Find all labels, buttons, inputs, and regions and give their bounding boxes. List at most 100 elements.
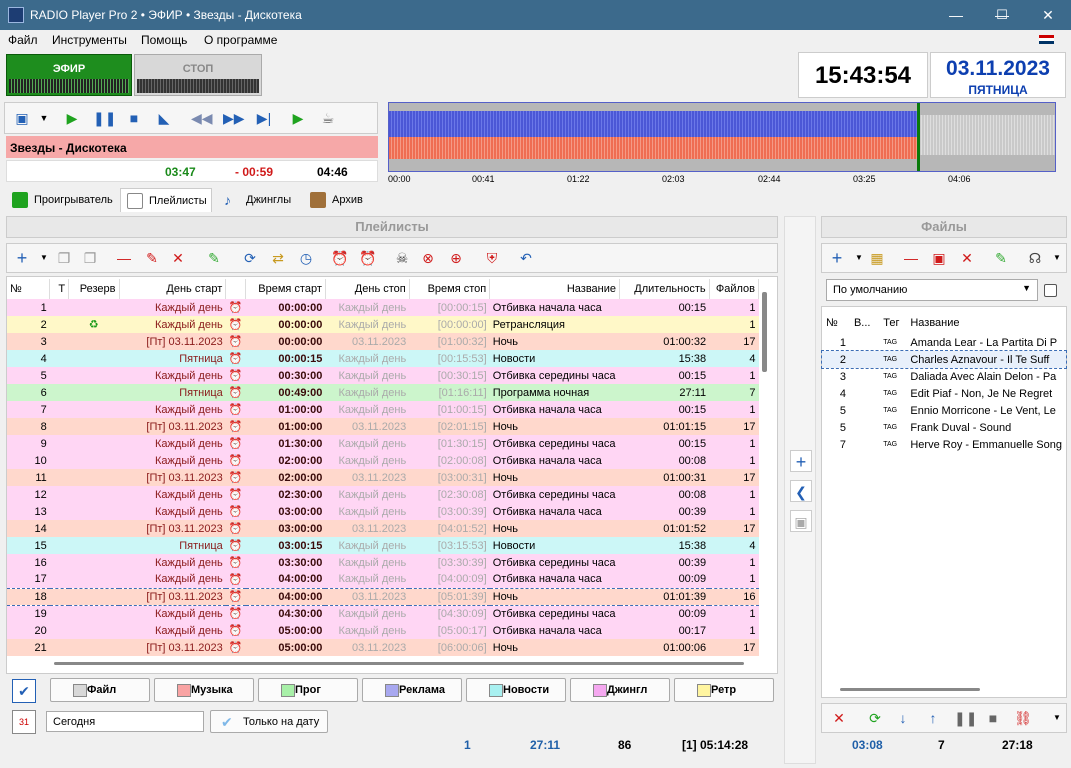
- col-title[interactable]: Название: [906, 312, 1066, 334]
- col-type[interactable]: Т: [49, 279, 70, 299]
- add-icon[interactable]: +: [13, 249, 31, 267]
- date-select[interactable]: Сегодня: [46, 711, 204, 732]
- stop-icon[interactable]: ■: [125, 109, 143, 127]
- add-to-playlist-icon[interactable]: +: [790, 450, 812, 472]
- filter-6[interactable]: Ретр: [674, 678, 774, 702]
- link-icon[interactable]: ⛓: [1014, 709, 1032, 727]
- col-day-stop[interactable]: День стоп: [325, 279, 410, 299]
- add-folder-icon[interactable]: ▦: [868, 249, 886, 267]
- table-row[interactable]: 4 Пятница ⏰ 00:00:15 Каждый день [00:15:53] Но…: [7, 350, 759, 367]
- col-time-start[interactable]: Время старт: [245, 279, 326, 299]
- filter-4[interactable]: Новости: [466, 678, 566, 702]
- col-tag[interactable]: Тег: [879, 312, 906, 334]
- table-row[interactable]: 2 ♻ Каждый день ⏰ 00:00:00 Каждый день [00:00:…: [7, 316, 759, 333]
- clock-icon[interactable]: ◷: [297, 249, 315, 267]
- horizontal-scrollbar[interactable]: [54, 662, 744, 665]
- play-icon[interactable]: ▶: [63, 109, 81, 127]
- table-row[interactable]: 1 Каждый день ⏰ 00:00:00 Каждый день [00:00:1…: [7, 299, 759, 316]
- language-flag-icon[interactable]: [1039, 35, 1054, 44]
- only-date-toggle[interactable]: ✔ Только на дату: [210, 710, 328, 733]
- headphones-icon[interactable]: ☊: [1026, 249, 1044, 267]
- eject-icon[interactable]: ◣: [155, 109, 173, 127]
- col-files[interactable]: Файлов: [709, 279, 760, 299]
- vertical-scrollbar[interactable]: [762, 292, 767, 372]
- table-row[interactable]: 18 [Пт] 03.11.2023 ⏰ 04:00:00 03.11.2023 [05:…: [7, 587, 759, 606]
- dropdown-icon[interactable]: ▼: [35, 249, 53, 267]
- col-num[interactable]: №: [822, 312, 850, 334]
- table-row[interactable]: 13 Каждый день ⏰ 03:00:00 Каждый день [03:00:…: [7, 503, 759, 520]
- refresh-icon[interactable]: ⟳: [241, 249, 259, 267]
- waveform[interactable]: [388, 102, 1056, 172]
- menu-tools[interactable]: Инструменты: [52, 33, 127, 47]
- filter-1[interactable]: Музыка: [154, 678, 254, 702]
- tab-playlists[interactable]: Плейлисты: [120, 188, 212, 212]
- delete-file-icon[interactable]: ✕: [958, 249, 976, 267]
- move-left-icon[interactable]: ❮: [790, 480, 812, 502]
- edit-file-icon[interactable]: ✎: [992, 249, 1010, 267]
- rewind-icon[interactable]: ◀◀: [191, 109, 213, 127]
- remove-icon[interactable]: —: [115, 249, 133, 267]
- copy-icon[interactable]: ❐: [55, 249, 73, 267]
- list-item[interactable]: 1 TAG Amanda Lear - La Partita Di P: [822, 334, 1066, 351]
- alarm-on-icon[interactable]: ⏰: [331, 249, 349, 267]
- col-duration[interactable]: Длительность: [619, 279, 710, 299]
- add-file-icon[interactable]: +: [828, 249, 846, 267]
- save-icon[interactable]: ▣: [790, 510, 812, 532]
- minimize-button[interactable]: —: [933, 0, 979, 30]
- table-row[interactable]: 3 [Пт] 03.11.2023 ⏰ 00:00:00 03.11.2023 [01:0…: [7, 333, 759, 350]
- col-reserve[interactable]: Резерв: [68, 279, 120, 299]
- list-item[interactable]: 7 TAG Herve Roy - Emmanuelle Song: [822, 436, 1066, 453]
- tab-player[interactable]: Проигрыватель: [6, 188, 117, 212]
- save-list-icon[interactable]: ▣: [930, 249, 948, 267]
- maximize-button[interactable]: ☐: [979, 0, 1025, 30]
- next-icon[interactable]: ▶|: [255, 109, 273, 127]
- table-row[interactable]: 21 [Пт] 03.11.2023 ⏰ 05:00:00 03.11.2023 [06:…: [7, 639, 759, 656]
- filter-2[interactable]: Прог: [258, 678, 358, 702]
- table-row[interactable]: 16 Каждый день ⏰ 03:30:00 Каждый день [03:30:…: [7, 554, 759, 571]
- list-item[interactable]: 5 TAG Ennio Morricone - Le Vent, Le: [822, 402, 1066, 419]
- menu-file[interactable]: Файл: [8, 33, 38, 47]
- table-row[interactable]: 8 [Пт] 03.11.2023 ⏰ 01:00:00 03.11.2023 [02:0…: [7, 418, 759, 435]
- col-num[interactable]: №: [7, 279, 51, 299]
- forward-icon[interactable]: ▶▶: [223, 109, 245, 127]
- table-row[interactable]: 5 Каждый день ⏰ 00:30:00 Каждый день [00:30:1…: [7, 367, 759, 384]
- list-item[interactable]: 3 TAG Daliada Avec Alain Delon - Pa: [822, 368, 1066, 385]
- files-hscrollbar[interactable]: [840, 688, 980, 691]
- remove-file-icon[interactable]: —: [902, 249, 920, 267]
- col-time-stop[interactable]: Время стоп: [409, 279, 491, 299]
- dropdown-icon[interactable]: ▼: [35, 109, 53, 127]
- stop-icon[interactable]: ■: [984, 709, 1002, 727]
- col-day-start[interactable]: День старт: [119, 279, 227, 299]
- alarm-off-icon[interactable]: ⏰: [359, 249, 377, 267]
- dropdown-icon[interactable]: ▼: [1048, 709, 1066, 727]
- dropdown-icon[interactable]: ▼: [850, 249, 868, 267]
- preset-select[interactable]: По умолчанию ▼: [826, 279, 1038, 301]
- tab-archive[interactable]: Архив: [304, 188, 367, 212]
- preset-checkbox[interactable]: [1044, 284, 1057, 297]
- paste-icon[interactable]: ❐: [81, 249, 99, 267]
- table-row[interactable]: 17 Каждый день ⏰ 04:00:00 Каждый день [04:00:…: [7, 571, 759, 588]
- col-name[interactable]: Название: [489, 279, 621, 299]
- mode-icon[interactable]: ▣: [13, 109, 31, 127]
- list-item[interactable]: 2 TAG Charles Aznavour - Il Te Suff: [821, 350, 1067, 369]
- filter-5[interactable]: Джингл: [570, 678, 670, 702]
- table-row[interactable]: 14 [Пт] 03.11.2023 ⏰ 03:00:00 03.11.2023 [04:…: [7, 520, 759, 537]
- edit-icon[interactable]: ✎: [205, 249, 223, 267]
- calendar-icon[interactable]: 31: [12, 710, 36, 734]
- filter-0[interactable]: Файл: [50, 678, 150, 702]
- dropdown-icon[interactable]: ▼: [1048, 249, 1066, 267]
- shield-icon[interactable]: ⛨: [483, 249, 501, 267]
- check-all-icon[interactable]: ✔: [12, 679, 36, 703]
- tab-jingles[interactable]: ♪ Джинглы: [218, 188, 295, 212]
- table-row[interactable]: 12 Каждый день ⏰ 02:30:00 Каждый день [02:30:…: [7, 486, 759, 503]
- onair-button[interactable]: ЭФИР: [6, 54, 132, 96]
- pause-icon[interactable]: ❚❚: [954, 709, 977, 727]
- cancel-icon[interactable]: ⊗: [419, 249, 437, 267]
- up-icon[interactable]: ↑: [924, 709, 942, 727]
- list-item[interactable]: 4 TAG Edit Piaf - Non, Je Ne Regret: [822, 385, 1066, 402]
- table-row[interactable]: 15 Пятница ⏰ 03:00:15 Каждый день [03:15:53] Н…: [7, 537, 759, 554]
- pause-icon[interactable]: ❚❚: [93, 109, 116, 127]
- table-row[interactable]: 9 Каждый день ⏰ 01:30:00 Каждый день [01:30:1…: [7, 435, 759, 452]
- erase-icon[interactable]: ✎: [143, 249, 161, 267]
- stop-air-button[interactable]: СТОП: [134, 54, 262, 96]
